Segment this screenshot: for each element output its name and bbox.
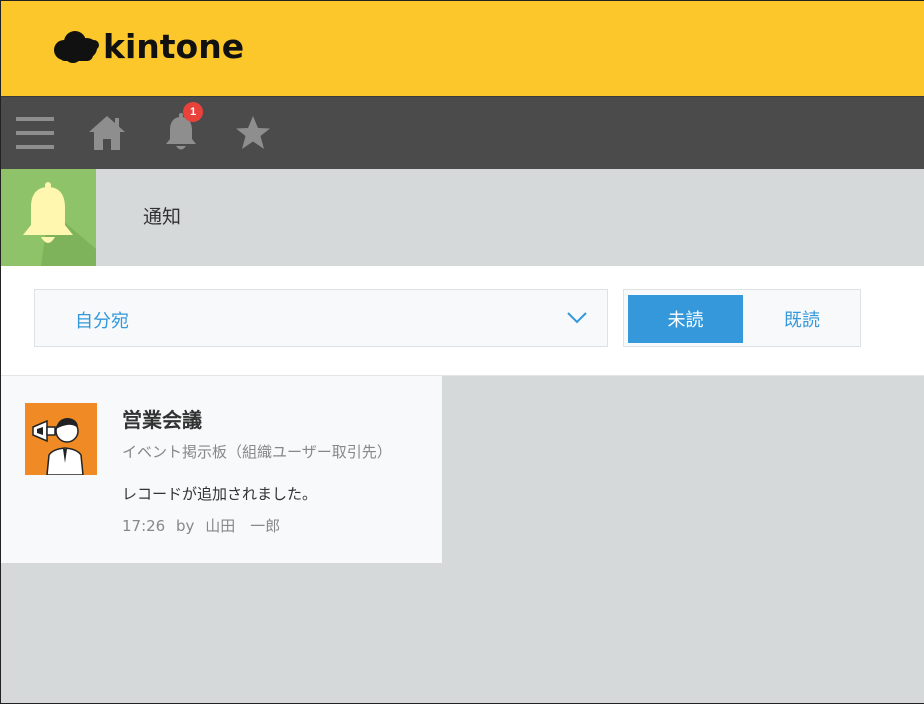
menu-button[interactable]: [5, 97, 65, 169]
app-window: kintone 1 通知 自分宛 未読 既読 営業会議 イベント掲示板（組織ユー…: [0, 0, 924, 704]
chevron-down-icon: [567, 312, 587, 324]
logo-text: kintone: [103, 27, 245, 66]
unread-tab[interactable]: 未読: [628, 295, 743, 343]
brand-header: kintone: [1, 1, 924, 97]
star-icon: [236, 116, 270, 149]
notification-author: 山田 一郎: [205, 517, 281, 535]
notification-item[interactable]: 営業会議 イベント掲示板（組織ユーザー取引先） レコードが追加されました。 17…: [1, 376, 442, 563]
recipient-select-value: 自分宛: [75, 311, 129, 332]
notification-title: 営業会議: [122, 408, 202, 432]
favorites-button[interactable]: [223, 97, 283, 169]
notification-app-name: イベント掲示板（組織ユーザー取引先）: [122, 443, 392, 461]
page-title: 通知: [143, 206, 182, 228]
notifications-button[interactable]: 1: [151, 97, 211, 169]
filter-bar: 自分宛 未読 既読: [1, 266, 924, 376]
hamburger-menu-icon: [16, 117, 54, 149]
notification-message: レコードが追加されました。: [122, 485, 318, 503]
bell-icon: [23, 182, 96, 266]
notification-time: 17:26: [122, 517, 166, 535]
recipient-select[interactable]: 自分宛: [34, 289, 608, 347]
read-tab[interactable]: 既読: [747, 295, 857, 343]
read-status-toggle: 未読 既読: [623, 289, 861, 347]
home-button[interactable]: [77, 97, 137, 169]
page-header: 通知: [1, 169, 924, 266]
page-icon: [1, 169, 96, 266]
avatar: [25, 403, 97, 475]
global-nav: 1: [1, 97, 924, 169]
cloud-logo-icon: [54, 31, 99, 63]
notification-badge: 1: [183, 102, 203, 122]
notification-meta: 17:26 by 山田 一郎: [122, 515, 286, 536]
notification-by: by: [176, 517, 195, 535]
kintone-logo[interactable]: kintone: [51, 27, 244, 67]
home-icon: [89, 116, 125, 150]
megaphone-person-icon: [25, 403, 97, 475]
